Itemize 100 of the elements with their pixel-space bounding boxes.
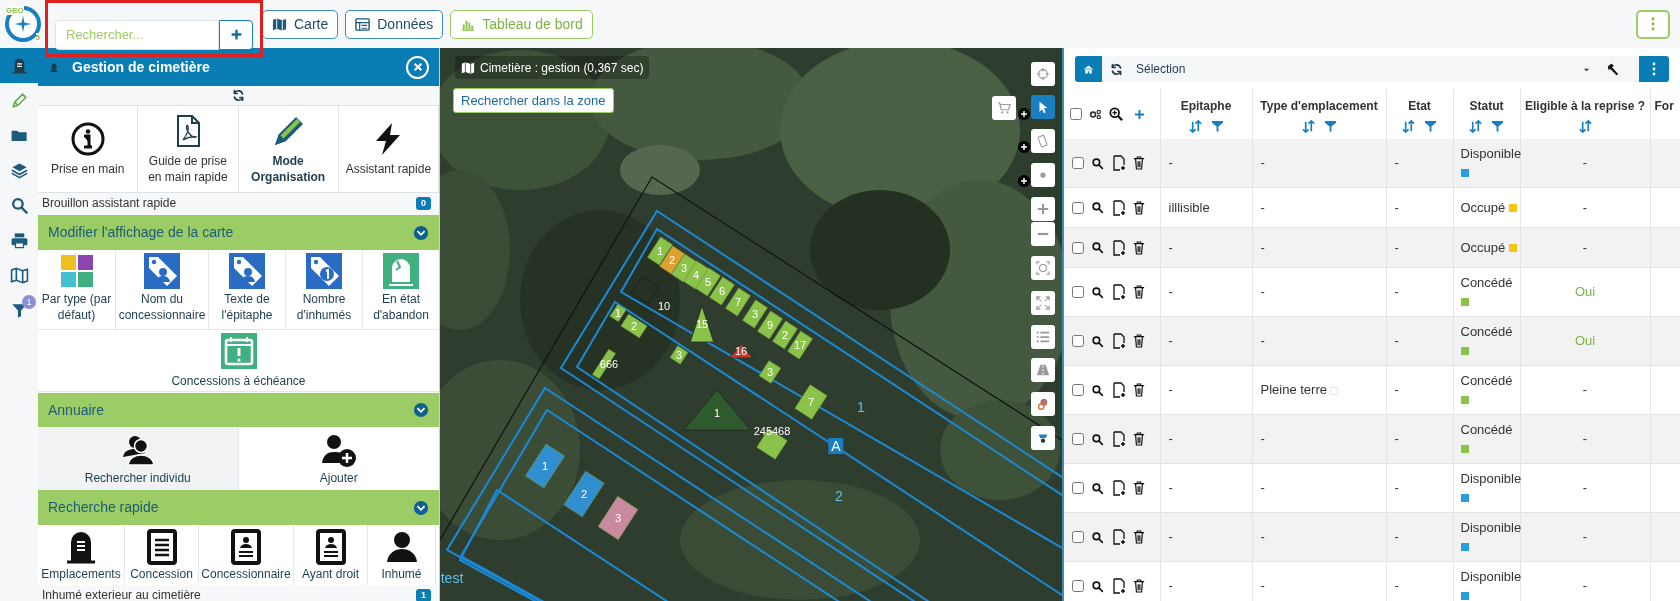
add-document-button[interactable] — [1112, 578, 1126, 594]
map-tool-button[interactable] — [1031, 163, 1055, 187]
menu-tile[interactable]: Par type (par défaut) — [38, 250, 116, 330]
add-document-button[interactable] — [1112, 431, 1126, 447]
map-tool-button[interactable] — [1031, 222, 1055, 246]
refresh-button[interactable] — [231, 88, 246, 103]
view-button[interactable] — [1091, 285, 1105, 299]
select-all-checkbox[interactable] — [1070, 108, 1082, 120]
list-item[interactable]: Brouillon assistant rapide — [42, 194, 416, 212]
filter-button[interactable] — [1210, 119, 1224, 133]
nav-button[interactable]: Données — [345, 9, 444, 39]
search-area-button[interactable]: Rechercher dans la zone — [453, 88, 614, 113]
map-tool-button[interactable] — [1031, 426, 1055, 450]
view-button[interactable] — [1091, 579, 1105, 593]
cart-button[interactable] — [992, 96, 1016, 120]
add-button[interactable] — [219, 19, 253, 50]
row-checkbox[interactable] — [1072, 433, 1084, 445]
column-header[interactable]: Epitaphe — [1180, 99, 1232, 113]
row-checkbox[interactable] — [1072, 157, 1084, 169]
search-field[interactable]: Rechercher... — [55, 19, 219, 50]
add-document-button[interactable] — [1112, 284, 1126, 300]
delete-button[interactable] — [1133, 383, 1146, 397]
home-button[interactable] — [1075, 56, 1102, 82]
add-document-button[interactable] — [1112, 333, 1126, 349]
view-button[interactable] — [1091, 530, 1105, 544]
add-document-button[interactable] — [1112, 480, 1126, 496]
add-document-button[interactable] — [1112, 155, 1126, 171]
column-header[interactable]: Type d'emplacement — [1260, 99, 1378, 113]
map-tool-button[interactable] — [1031, 392, 1055, 416]
delete-button[interactable] — [1133, 530, 1146, 544]
zoom-button[interactable] — [1109, 107, 1123, 121]
delete-button[interactable] — [1133, 200, 1146, 215]
view-button[interactable] — [1091, 334, 1105, 348]
map-tool-button[interactable] — [1031, 358, 1055, 382]
section-header[interactable]: Modifier l'affichage de la carte — [38, 215, 439, 250]
section-header[interactable]: Recherche rapide — [38, 490, 439, 525]
settings-button[interactable] — [1089, 107, 1102, 121]
delete-button[interactable] — [1133, 334, 1146, 348]
menu-tile[interactable]: Ayant droit — [294, 525, 368, 585]
sort-button[interactable] — [1469, 119, 1482, 133]
add-document-button[interactable] — [1112, 382, 1126, 398]
sort-button[interactable] — [1578, 119, 1592, 133]
row-checkbox[interactable] — [1072, 531, 1084, 543]
view-button[interactable] — [1091, 200, 1105, 215]
sort-button[interactable] — [1301, 119, 1315, 133]
sort-button[interactable] — [1188, 119, 1202, 133]
menu-tile[interactable]: Concessionnaire — [199, 525, 294, 585]
nav-button[interactable]: Carte — [262, 9, 339, 39]
delete-button[interactable] — [1133, 285, 1146, 299]
add-document-button[interactable] — [1112, 529, 1126, 545]
menu-tile[interactable]: Emplacements — [38, 525, 125, 585]
list-item[interactable]: Inhumé exterieur au cimetière — [42, 586, 416, 601]
filter-button[interactable] — [1323, 119, 1337, 133]
row-checkbox[interactable] — [1072, 241, 1084, 254]
menu-tile[interactable]: Guide de prise en main rapide — [138, 106, 239, 192]
delete-button[interactable] — [1133, 432, 1146, 446]
row-checkbox[interactable] — [1072, 201, 1084, 214]
column-header[interactable]: For — [1654, 99, 1674, 113]
view-button[interactable] — [1091, 156, 1105, 170]
row-checkbox[interactable] — [1072, 482, 1084, 494]
column-header[interactable]: Etat — [1408, 99, 1431, 113]
map-tool-button[interactable] — [1031, 325, 1055, 349]
view-button[interactable] — [1091, 481, 1105, 495]
map-tool-button[interactable] — [1031, 95, 1055, 119]
sort-button[interactable] — [1402, 119, 1415, 133]
add-document-button[interactable] — [1112, 239, 1126, 256]
delete-button[interactable] — [1133, 240, 1146, 255]
menu-tile[interactable]: Rechercher individu — [38, 427, 239, 490]
row-checkbox[interactable] — [1072, 335, 1084, 347]
row-checkbox[interactable] — [1072, 286, 1084, 298]
kebab-icon — [1652, 62, 1656, 76]
menu-tile[interactable]: Assistant rapide — [338, 106, 439, 192]
filter-button[interactable] — [1491, 119, 1504, 133]
view-button[interactable] — [1091, 240, 1105, 255]
view-button[interactable] — [1091, 383, 1105, 397]
menu-tile[interactable]: Mode Organisation — [238, 106, 339, 192]
menu-tile[interactable]: Nom du concessionnaire — [116, 250, 209, 330]
column-header[interactable]: Statut — [1469, 99, 1504, 113]
filter-button[interactable] — [1424, 119, 1437, 133]
menu-tile[interactable]: Texte de l'épitaphe — [209, 250, 286, 330]
menu-tile[interactable]: Inhumé — [368, 525, 436, 585]
delete-button[interactable] — [1133, 579, 1146, 593]
menu-tile[interactable]: Prise en main — [38, 106, 139, 192]
add-button[interactable] — [1134, 108, 1146, 120]
add-document-button[interactable] — [1112, 199, 1126, 216]
trash-icon — [1133, 240, 1145, 255]
menu-tile[interactable]: Ajouter — [238, 427, 439, 490]
menu-tile[interactable]: Nombre d'inhumés — [286, 250, 363, 330]
section-header[interactable]: Annuaire — [38, 393, 439, 427]
column-header[interactable]: Eligible à la reprise ? — [1524, 99, 1645, 113]
search-icon — [9, 196, 29, 215]
map-tool-button[interactable] — [1031, 197, 1055, 221]
delete-button[interactable] — [1133, 481, 1146, 495]
menu-tile[interactable]: Concession — [125, 525, 199, 585]
row-checkbox[interactable] — [1072, 384, 1084, 396]
delete-button[interactable] — [1133, 156, 1146, 170]
row-checkbox[interactable] — [1072, 580, 1084, 592]
close-button[interactable] — [406, 55, 429, 79]
menu-tile[interactable]: En état d'abandon — [363, 250, 439, 330]
view-button[interactable] — [1091, 432, 1105, 446]
